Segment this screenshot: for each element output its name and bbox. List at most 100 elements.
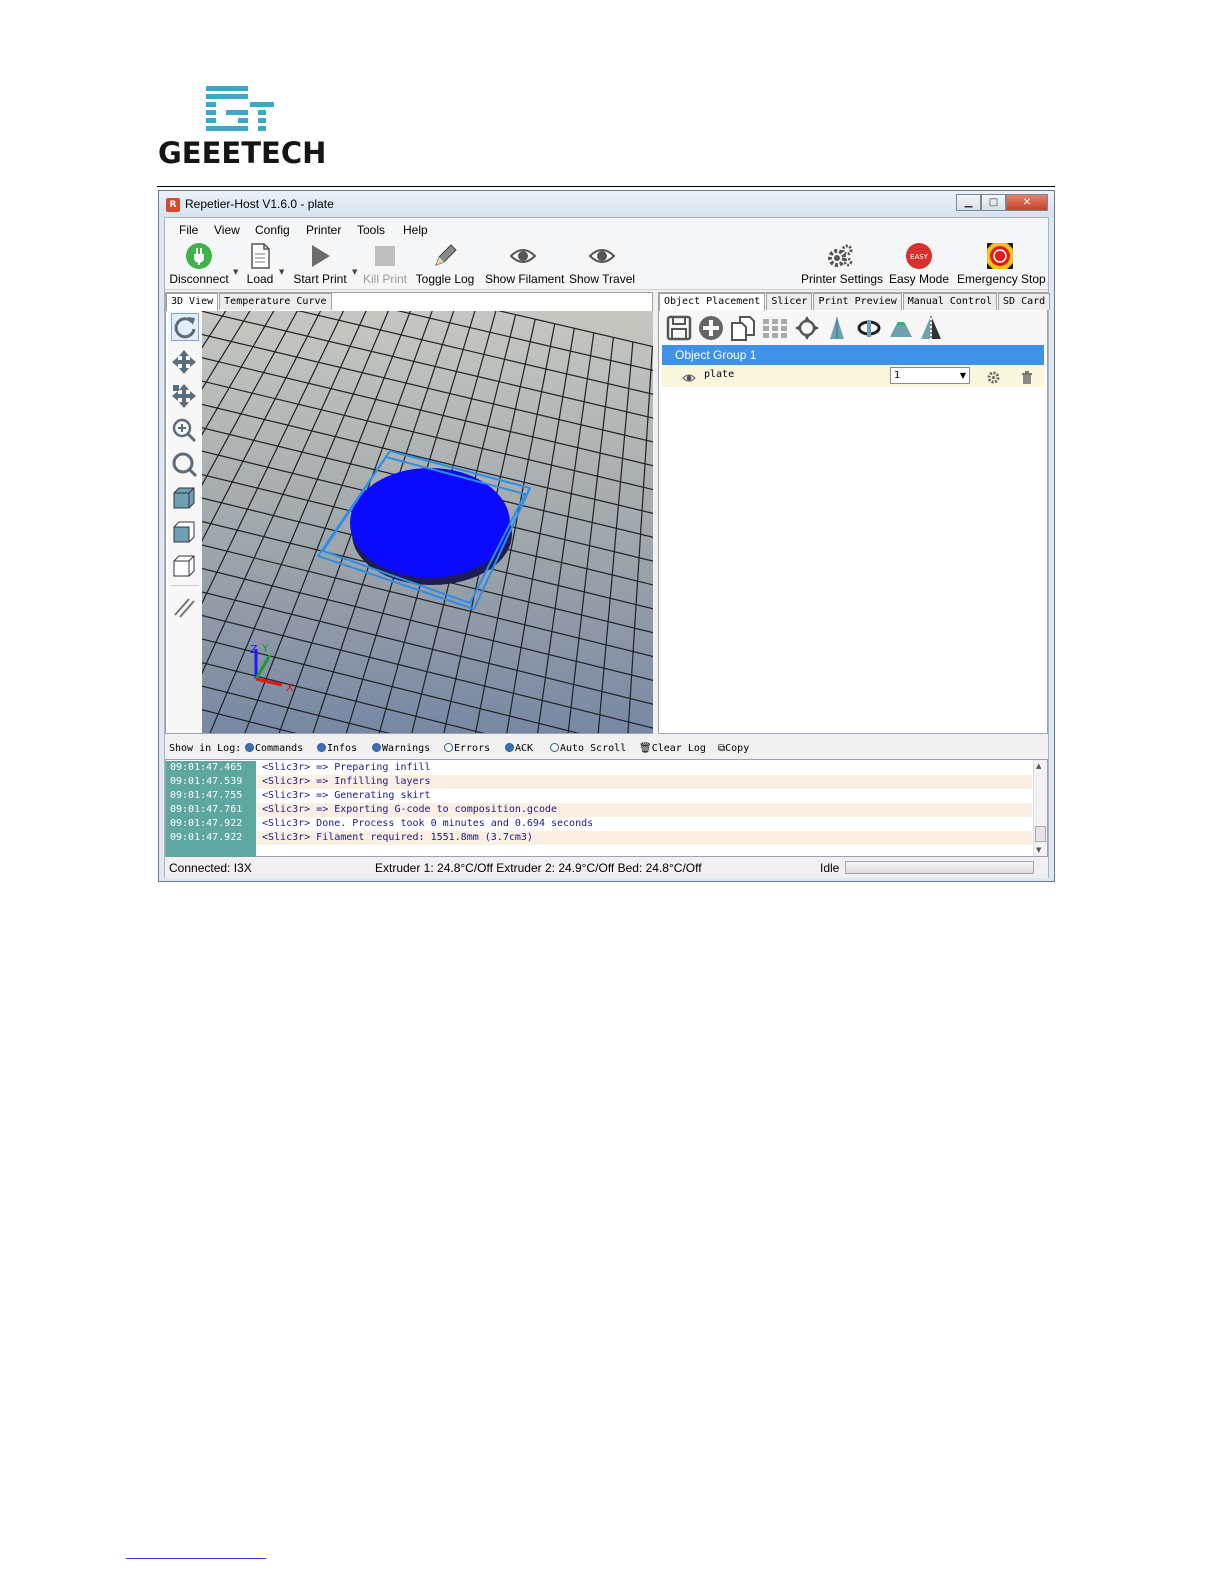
save-icon[interactable] (666, 315, 692, 341)
iso-view-icon[interactable] (171, 485, 199, 513)
top-view-icon[interactable] (171, 553, 199, 581)
object-group-row[interactable]: Object Group 1 (662, 345, 1044, 365)
scroll-down-icon[interactable]: ▼ (1036, 846, 1041, 854)
temperature-status: Extruder 1: 24.8°C/Off Extruder 2: 24.9°… (375, 861, 702, 875)
kill-print-button[interactable]: Kill Print (362, 242, 408, 286)
play-icon (306, 242, 334, 270)
tab-object-placement[interactable]: Object Placement (659, 293, 766, 311)
view-toolbar (168, 311, 202, 733)
trash-icon: 🗑 (639, 743, 652, 754)
tab-slicer[interactable]: Slicer (766, 293, 813, 310)
chevron-down-icon[interactable]: ▼ (233, 268, 238, 276)
log-list[interactable]: 09:01:47.465 <Slic3r> => Preparing infill… (165, 759, 1048, 857)
easy-mode-button[interactable]: EASY Easy Mode (889, 242, 949, 286)
rotate-icon[interactable] (171, 313, 199, 341)
copy-icon[interactable] (730, 315, 756, 341)
zoom-icon[interactable] (171, 417, 199, 445)
mirror-icon[interactable] (918, 315, 944, 341)
gt-logo-mark (206, 86, 274, 131)
tab-3d-view[interactable]: 3D View (166, 293, 219, 311)
stop-icon (371, 242, 399, 270)
start-print-button[interactable]: Start Print (291, 242, 349, 286)
connection-status: Connected: I3X (169, 861, 252, 875)
menu-config[interactable]: Config (255, 223, 290, 237)
log-filter-bar: Show in Log: Commands Infos Warnings Err… (165, 738, 1048, 758)
eye-icon (588, 242, 616, 270)
add-icon[interactable] (698, 315, 724, 341)
log-scrollbar[interactable]: ▲ ▼ (1033, 760, 1047, 856)
menu-file[interactable]: File (179, 223, 198, 237)
toggle-log-button[interactable]: Toggle Log (414, 242, 476, 286)
menu-view[interactable]: View (214, 223, 240, 237)
warnings-toggle[interactable]: Warnings (372, 743, 430, 754)
menu-help[interactable]: Help (403, 223, 428, 237)
scale-icon[interactable] (824, 315, 850, 341)
axis-x-label: X (286, 681, 294, 694)
show-in-log-label: Show in Log: (169, 743, 242, 754)
disconnect-button[interactable]: Disconnect (169, 242, 229, 286)
object-row[interactable]: plate 1 ▼ (662, 365, 1044, 387)
show-filament-button[interactable]: Show Filament (485, 242, 564, 286)
land-icon[interactable] (888, 315, 914, 341)
maximize-button[interactable]: □ (981, 194, 1006, 211)
printer-settings-button[interactable]: Printer Settings (801, 242, 883, 286)
geeetech-logo: GEEETECH (158, 82, 328, 170)
toolbar: Disconnect ▼ Load ▼ Start Print ▼ Kill P… (165, 240, 1048, 290)
autoplace-icon[interactable] (762, 315, 788, 341)
menu-printer[interactable]: Printer (306, 223, 341, 237)
errors-toggle[interactable]: Errors (444, 743, 490, 754)
app-icon: R (166, 198, 180, 212)
copies-value: 1 (894, 370, 901, 381)
commands-toggle[interactable]: Commands (245, 743, 303, 754)
emergency-stop-button[interactable]: Emergency Stop (957, 242, 1046, 286)
menu-tools[interactable]: Tools (357, 223, 385, 237)
ack-toggle[interactable]: ACK (505, 743, 533, 754)
rotate-object-icon[interactable] (856, 315, 882, 341)
footer-link[interactable] (126, 1558, 266, 1559)
scroll-thumb[interactable] (1035, 826, 1046, 842)
radio-icon (505, 743, 514, 752)
auto-scroll-toggle[interactable]: Auto Scroll (550, 743, 626, 754)
close-button[interactable]: ✕ (1006, 194, 1048, 211)
show-travel-button[interactable]: Show Travel (569, 242, 635, 286)
chevron-down-icon[interactable]: ▼ (352, 268, 357, 276)
move-icon[interactable] (171, 349, 199, 377)
object-name: plate (704, 369, 735, 380)
copy-log-button[interactable]: ⧉Copy (718, 743, 749, 754)
tab-temperature-curve[interactable]: Temperature Curve (219, 293, 332, 310)
progress-bar (845, 861, 1034, 874)
fit-view-icon[interactable] (171, 451, 199, 479)
tab-print-preview[interactable]: Print Preview (813, 293, 902, 310)
log-row: 09:01:47.465 <Slic3r> => Preparing infill (166, 761, 1032, 775)
chevron-down-icon[interactable]: ▼ (279, 268, 284, 276)
client-area: File View Config Printer Tools Help Disc… (164, 217, 1051, 878)
axis-y-label: Y (261, 642, 269, 655)
tab-sd-card[interactable]: SD Card (998, 293, 1051, 310)
move-object-icon[interactable] (171, 383, 199, 411)
radio-icon (550, 743, 559, 752)
radio-icon (317, 743, 326, 752)
front-view-icon[interactable] (171, 519, 199, 547)
copies-select[interactable]: 1 ▼ (890, 367, 970, 384)
load-button[interactable]: Load (243, 242, 277, 286)
parallel-icon[interactable] (171, 593, 199, 621)
3d-viewport[interactable]: Z Y X (202, 311, 653, 733)
svg-text:EASY: EASY (910, 253, 929, 261)
page-divider (157, 186, 1055, 187)
gear-icon[interactable] (987, 369, 1000, 388)
log-row: 09:01:47.761 <Slic3r> => Exporting G-code… (166, 803, 1032, 817)
logo-text: GEEETECH (158, 136, 327, 170)
tab-manual-control[interactable]: Manual Control (902, 293, 998, 310)
radio-icon (444, 743, 453, 752)
plug-icon (185, 242, 213, 270)
title-bar[interactable]: R Repetier-Host V1.6.0 - plate ▁ □ ✕ (159, 191, 1054, 217)
center-icon[interactable] (794, 315, 820, 341)
pencil-icon (431, 242, 459, 270)
minimize-button[interactable]: ▁ (956, 194, 981, 211)
clear-log-button[interactable]: 🗑Clear Log (639, 743, 706, 754)
menu-bar: File View Config Printer Tools Help (165, 218, 1048, 240)
eye-icon[interactable] (682, 369, 696, 388)
trash-icon[interactable] (1021, 369, 1033, 388)
infos-toggle[interactable]: Infos (317, 743, 357, 754)
scroll-up-icon[interactable]: ▲ (1036, 762, 1041, 770)
